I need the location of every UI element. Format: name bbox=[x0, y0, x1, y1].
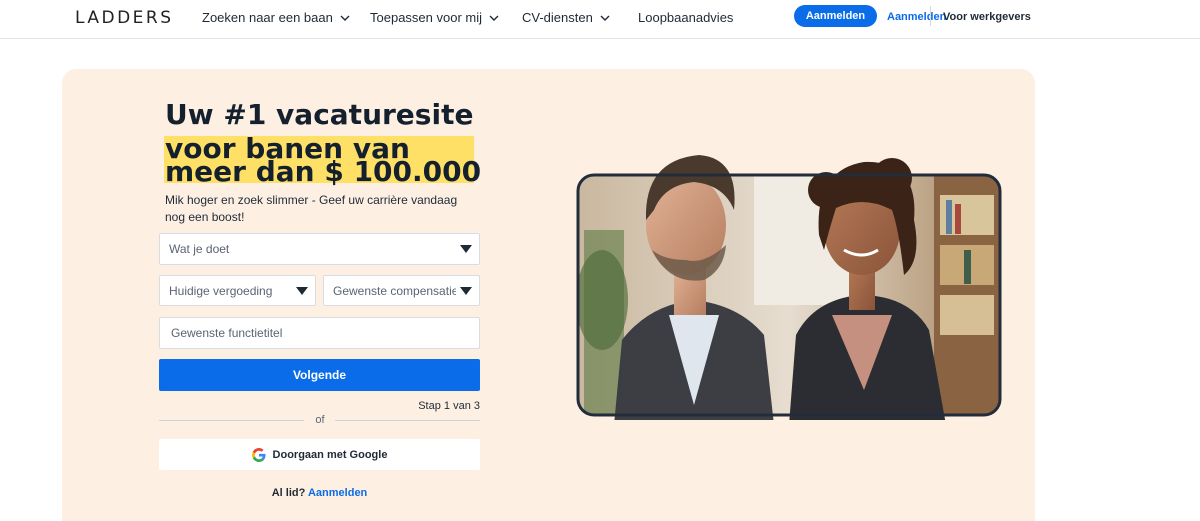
nav-item-apply-for-me[interactable]: Toepassen voor mij bbox=[370, 10, 499, 25]
member-signin-row: Al lid? Aanmelden bbox=[159, 487, 480, 499]
caret-down-icon bbox=[460, 286, 472, 295]
chevron-down-icon bbox=[489, 15, 499, 21]
member-signin-link[interactable]: Aanmelden bbox=[308, 487, 367, 499]
google-button-label: Doorgaan met Google bbox=[272, 448, 388, 461]
signin-link[interactable]: Aanmelden bbox=[887, 11, 946, 23]
nav-item-cv-services[interactable]: CV-diensten bbox=[522, 10, 610, 25]
hero-photo bbox=[576, 155, 1002, 420]
employers-link[interactable]: Voor werkgevers bbox=[943, 11, 1031, 23]
site-header: LADDERS Zoeken naar een baan Toepassen v… bbox=[0, 0, 1200, 39]
or-label: of bbox=[315, 414, 325, 426]
current-compensation-select[interactable]: Huidige vergoeding bbox=[159, 275, 316, 306]
desired-compensation-value: Gewenste compensatie bbox=[333, 283, 459, 298]
signin-button[interactable]: Aanmelden bbox=[794, 5, 877, 27]
job-title-field[interactable] bbox=[159, 317, 480, 349]
job-title-input[interactable] bbox=[169, 325, 468, 341]
desired-compensation-select[interactable]: Gewenste compensatie bbox=[323, 275, 480, 306]
page-title-highlight-line2: meer dan $ 100.000 bbox=[165, 155, 482, 188]
job-select-value: Wat je doet bbox=[169, 242, 230, 256]
page-title: Uw #1 vacaturesite bbox=[165, 98, 474, 131]
ladders-logo[interactable]: LADDERS bbox=[75, 8, 174, 28]
chevron-down-icon bbox=[340, 15, 350, 21]
next-button[interactable]: Volgende bbox=[159, 359, 480, 391]
or-divider-left bbox=[159, 420, 304, 421]
google-logo-icon bbox=[251, 447, 266, 462]
header-divider bbox=[930, 6, 931, 26]
caret-down-icon bbox=[296, 286, 308, 295]
caret-down-icon bbox=[460, 245, 472, 253]
hero-subtext: Mik hoger en zoek slimmer - Geef uw carr… bbox=[165, 193, 458, 224]
nav-item-label: Zoeken naar een baan bbox=[202, 10, 333, 25]
nav-item-label: CV-diensten bbox=[522, 10, 593, 25]
chevron-down-icon bbox=[600, 15, 610, 21]
or-divider-right bbox=[335, 420, 480, 421]
nav-item-job-search[interactable]: Zoeken naar een baan bbox=[202, 10, 350, 25]
nav-item-label: Loopbaanadvies bbox=[638, 10, 734, 25]
nav-item-label: Toepassen voor mij bbox=[370, 10, 482, 25]
step-indicator: Stap 1 van 3 bbox=[418, 400, 480, 412]
job-select[interactable]: Wat je doet bbox=[159, 233, 480, 265]
google-signin-button[interactable]: Doorgaan met Google bbox=[159, 439, 480, 470]
member-text: Al lid? bbox=[271, 487, 306, 499]
nav-item-career-advice[interactable]: Loopbaanadvies bbox=[638, 10, 733, 25]
current-compensation-value: Huidige vergoeding bbox=[169, 283, 273, 298]
